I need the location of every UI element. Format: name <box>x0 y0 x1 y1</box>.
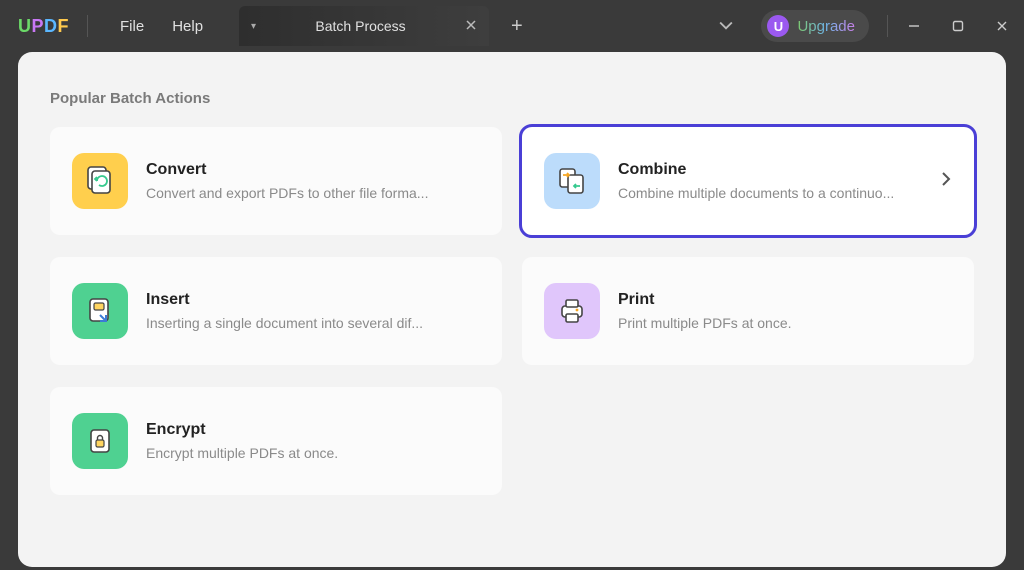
upgrade-label: Upgrade <box>797 18 855 35</box>
logo-letter: U <box>18 16 32 37</box>
action-desc: Convert and export PDFs to other file fo… <box>146 185 480 201</box>
action-desc: Print multiple PDFs at once. <box>618 315 952 331</box>
action-title: Convert <box>146 161 480 179</box>
title-bar: U P D F File Help ▾ Batch Process + U Up… <box>0 0 1024 52</box>
window-minimize-button[interactable] <box>892 8 936 44</box>
action-card-print[interactable]: Print Print multiple PDFs at once. <box>522 257 974 365</box>
window-maximize-button[interactable] <box>936 8 980 44</box>
chevron-right-icon <box>940 170 952 193</box>
action-title: Insert <box>146 291 480 309</box>
action-desc: Encrypt multiple PDFs at once. <box>146 445 480 461</box>
tab-title: Batch Process <box>264 18 457 34</box>
section-title: Popular Batch Actions <box>50 90 974 107</box>
upgrade-button[interactable]: U Upgrade <box>761 10 869 42</box>
logo-letter: D <box>44 16 58 37</box>
encrypt-icon <box>72 413 128 469</box>
insert-icon <box>72 283 128 339</box>
action-card-encrypt[interactable]: Encrypt Encrypt multiple PDFs at once. <box>50 387 502 495</box>
combine-icon <box>544 153 600 209</box>
window-close-button[interactable] <box>980 8 1024 44</box>
tab-dropdown-icon[interactable]: ▾ <box>251 21 256 32</box>
logo-letter: F <box>58 16 70 37</box>
action-grid: Convert Convert and export PDFs to other… <box>50 127 974 495</box>
action-card-convert[interactable]: Convert Convert and export PDFs to other… <box>50 127 502 235</box>
more-dropdown-icon[interactable] <box>719 18 733 34</box>
action-desc: Combine multiple documents to a continuo… <box>618 185 922 201</box>
print-icon <box>544 283 600 339</box>
divider <box>887 15 888 37</box>
new-tab-button[interactable]: + <box>511 15 523 38</box>
tab-close-icon[interactable] <box>465 18 477 34</box>
action-title: Print <box>618 291 952 309</box>
divider <box>87 15 88 37</box>
action-desc: Inserting a single document into several… <box>146 315 480 331</box>
tab-batch-process[interactable]: ▾ Batch Process <box>239 6 489 46</box>
action-card-insert[interactable]: Insert Inserting a single document into … <box>50 257 502 365</box>
logo-letter: P <box>32 16 45 37</box>
action-card-combine[interactable]: Combine Combine multiple documents to a … <box>522 127 974 235</box>
menu-help[interactable]: Help <box>158 12 217 41</box>
upgrade-badge-icon: U <box>767 15 789 37</box>
menu-file[interactable]: File <box>106 12 158 41</box>
convert-icon <box>72 153 128 209</box>
app-logo: U P D F <box>18 16 69 37</box>
action-title: Combine <box>618 161 922 179</box>
main-content: Popular Batch Actions Convert Convert an… <box>18 52 1006 567</box>
action-title: Encrypt <box>146 421 480 439</box>
